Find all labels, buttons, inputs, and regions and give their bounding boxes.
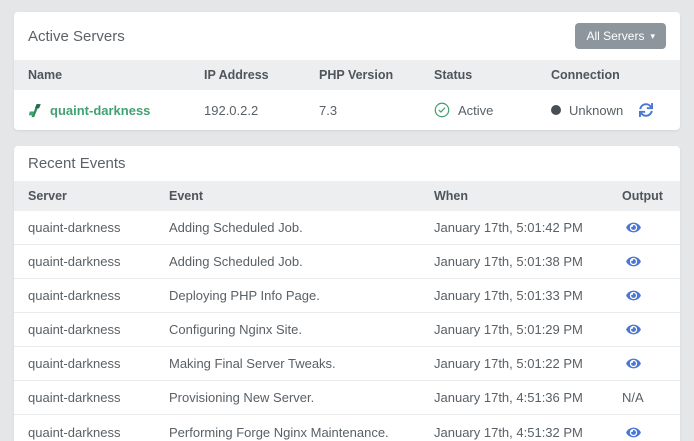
- event-row: quaint-darkness Adding Scheduled Job. Ja…: [14, 211, 680, 245]
- view-output-button[interactable]: [626, 289, 641, 302]
- forge-server-icon: [28, 103, 42, 118]
- event-timestamp: January 17th, 4:51:32 PM: [434, 425, 583, 440]
- events-table-body: quaint-darkness Adding Scheduled Job. Ja…: [14, 211, 680, 441]
- view-output-button[interactable]: [626, 426, 641, 439]
- recent-events-table: Server Event When Output quaint-darkness…: [14, 181, 680, 441]
- eye-icon: [626, 255, 641, 268]
- output-not-available: N/A: [622, 390, 644, 405]
- event-server-name: quaint-darkness: [28, 254, 121, 269]
- recent-events-panel: Recent Events Server Event When Output q…: [14, 146, 680, 441]
- all-servers-dropdown-button[interactable]: All Servers ▾: [575, 23, 666, 49]
- event-timestamp: January 17th, 5:01:22 PM: [434, 356, 583, 371]
- event-server-name: quaint-darkness: [28, 356, 121, 371]
- event-timestamp: January 17th, 5:01:38 PM: [434, 254, 583, 269]
- event-description: Provisioning New Server.: [169, 390, 314, 405]
- event-timestamp: January 17th, 5:01:42 PM: [434, 220, 583, 235]
- active-servers-header: Active Servers All Servers ▾: [14, 12, 680, 60]
- chevron-down-icon: ▾: [650, 32, 655, 41]
- status-check-icon: [434, 102, 450, 118]
- event-row: quaint-darkness Provisioning New Server.…: [14, 381, 680, 415]
- connection-status-dot: [551, 105, 561, 115]
- eye-icon: [626, 357, 641, 370]
- event-row: quaint-darkness Making Final Server Twea…: [14, 347, 680, 381]
- view-output-button[interactable]: [626, 255, 641, 268]
- view-output-button[interactable]: [626, 323, 641, 336]
- event-timestamp: January 17th, 5:01:33 PM: [434, 288, 583, 303]
- column-header-event: Event: [155, 181, 420, 211]
- column-header-php: PHP Version: [305, 60, 420, 90]
- eye-icon: [626, 426, 641, 439]
- column-header-when: When: [420, 181, 608, 211]
- view-output-button[interactable]: [626, 221, 641, 234]
- active-servers-panel: Active Servers All Servers ▾ Name IP Add…: [14, 12, 680, 130]
- event-row: quaint-darkness Performing Forge Nginx M…: [14, 415, 680, 441]
- all-servers-dropdown-label: All Servers: [586, 29, 644, 43]
- view-output-button[interactable]: [626, 357, 641, 370]
- event-description: Configuring Nginx Site.: [169, 322, 302, 337]
- server-name-link[interactable]: quaint-darkness: [50, 103, 150, 118]
- event-row: quaint-darkness Adding Scheduled Job. Ja…: [14, 245, 680, 279]
- event-description: Adding Scheduled Job.: [169, 220, 303, 235]
- server-row: quaint-darkness 192.0.2.2 7.3 Active Unk…: [14, 90, 680, 130]
- event-description: Adding Scheduled Job.: [169, 254, 303, 269]
- event-description: Deploying PHP Info Page.: [169, 288, 320, 303]
- column-header-name: Name: [14, 60, 190, 90]
- server-ip: 192.0.2.2: [190, 91, 305, 130]
- event-description: Performing Forge Nginx Maintenance.: [169, 425, 389, 440]
- panel-title: Active Servers: [28, 28, 125, 45]
- eye-icon: [626, 323, 641, 336]
- active-servers-table: Name IP Address PHP Version Status Conne…: [14, 60, 680, 130]
- server-php-version: 7.3: [305, 91, 420, 130]
- event-server-name: quaint-darkness: [28, 322, 121, 337]
- event-row: quaint-darkness Configuring Nginx Site. …: [14, 313, 680, 347]
- eye-icon: [626, 221, 641, 234]
- event-server-name: quaint-darkness: [28, 390, 121, 405]
- refresh-connection-button[interactable]: [639, 103, 653, 117]
- event-description: Making Final Server Tweaks.: [169, 356, 336, 371]
- column-header-status: Status: [420, 60, 537, 90]
- active-servers-table-header: Name IP Address PHP Version Status Conne…: [14, 60, 680, 90]
- panel-title: Recent Events: [28, 155, 126, 172]
- refresh-icon: [639, 103, 653, 117]
- eye-icon: [626, 289, 641, 302]
- event-server-name: quaint-darkness: [28, 425, 121, 440]
- column-header-output: Output: [608, 181, 680, 211]
- event-timestamp: January 17th, 4:51:36 PM: [434, 390, 583, 405]
- column-header-server: Server: [14, 181, 155, 211]
- recent-events-table-header: Server Event When Output: [14, 181, 680, 211]
- event-server-name: quaint-darkness: [28, 220, 121, 235]
- event-timestamp: January 17th, 5:01:29 PM: [434, 322, 583, 337]
- event-row: quaint-darkness Deploying PHP Info Page.…: [14, 279, 680, 313]
- column-header-connection: Connection: [537, 60, 680, 90]
- server-status: Active: [458, 103, 493, 118]
- event-server-name: quaint-darkness: [28, 288, 121, 303]
- server-connection: Unknown: [569, 103, 623, 118]
- column-header-ip: IP Address: [190, 60, 305, 90]
- recent-events-header: Recent Events: [14, 146, 680, 181]
